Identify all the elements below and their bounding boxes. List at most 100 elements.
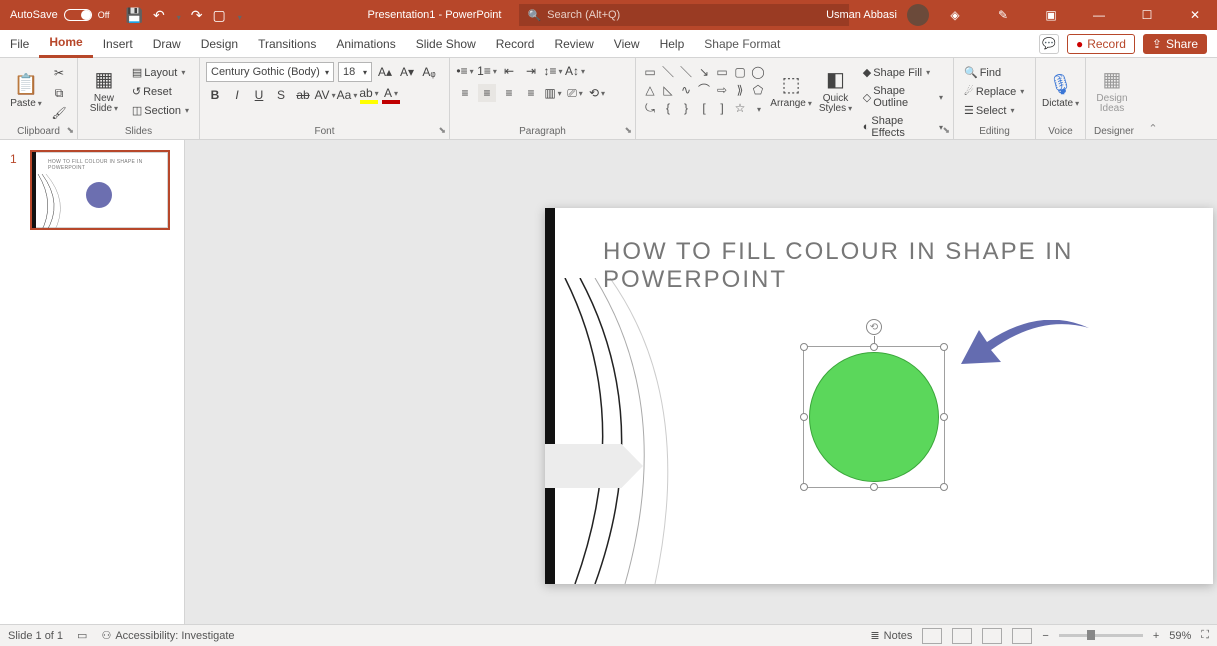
shape-fill-button[interactable]: ◆ Shape Fill: [859, 64, 947, 81]
shape-line-icon[interactable]: ＼: [660, 64, 676, 80]
zoom-slider[interactable]: [1059, 634, 1143, 637]
ribbon-display-icon[interactable]: ▣: [1029, 0, 1073, 30]
replace-button[interactable]: ☄ Replace: [960, 83, 1028, 100]
align-center-button[interactable]: ≡: [478, 84, 496, 102]
normal-view-button[interactable]: [922, 628, 942, 644]
increase-font-button[interactable]: A▴: [376, 63, 394, 81]
slide[interactable]: HOW TO FILL COLOUR IN SHAPE IN POWERPOIN…: [545, 208, 1213, 584]
undo-dropdown[interactable]: [175, 7, 181, 23]
record-button[interactable]: ●Record: [1067, 34, 1135, 54]
clear-format-button[interactable]: Aᵩ: [420, 63, 438, 81]
shape-roundrect-icon[interactable]: ▢: [732, 64, 748, 80]
tab-transitions[interactable]: Transitions: [248, 31, 326, 57]
shape-bracket-r-icon[interactable]: ]: [714, 100, 730, 116]
tab-draw[interactable]: Draw: [143, 31, 191, 57]
change-case-button[interactable]: Aa: [338, 86, 356, 104]
diamond-icon[interactable]: ◈: [933, 0, 977, 30]
share-button[interactable]: ⇪Share: [1143, 34, 1207, 54]
zoom-out-button[interactable]: −: [1042, 630, 1048, 642]
curved-arrow-shape[interactable]: [961, 320, 1089, 378]
shape-arrowr-icon[interactable]: ⇨: [714, 82, 730, 98]
toggle-switch[interactable]: [64, 9, 92, 21]
smartart-button[interactable]: ⟲: [588, 84, 606, 102]
save-icon[interactable]: 💾: [126, 7, 143, 24]
format-painter-button[interactable]: 🖌: [50, 104, 68, 122]
notes-button[interactable]: ≣Notes: [870, 629, 912, 642]
highlight-button[interactable]: ab: [360, 86, 378, 104]
arrange-button[interactable]: ⬚ Arrange: [770, 60, 812, 120]
copy-button[interactable]: ⧉: [50, 84, 68, 102]
handle-r[interactable]: [940, 413, 948, 421]
minimize-button[interactable]: —: [1077, 0, 1121, 30]
text-direction-button[interactable]: A↕: [566, 62, 584, 80]
handle-b[interactable]: [870, 483, 878, 491]
handle-l[interactable]: [800, 413, 808, 421]
reading-view-button[interactable]: [982, 628, 1002, 644]
shadow-button[interactable]: S: [272, 86, 290, 104]
shape-brace-r-icon[interactable]: }: [678, 100, 694, 116]
tab-view[interactable]: View: [604, 31, 650, 57]
strike-button[interactable]: ab: [294, 86, 312, 104]
numbering-button[interactable]: 1≡: [478, 62, 496, 80]
underline-button[interactable]: U: [250, 86, 268, 104]
slide-thumbnail-1[interactable]: HOW TO FILL COLOUR IN SHAPE IN POWERPOIN…: [30, 150, 170, 230]
cut-button[interactable]: ✂: [50, 64, 68, 82]
char-spacing-button[interactable]: AV: [316, 86, 334, 104]
paste-button[interactable]: 📋 Paste: [6, 60, 46, 120]
undo-icon[interactable]: ↶: [153, 7, 165, 24]
shape-arc-icon[interactable]: ⌒: [696, 82, 712, 98]
handle-t[interactable]: [870, 343, 878, 351]
columns-button[interactable]: ▥: [544, 84, 562, 102]
layout-button[interactable]: ▤ Layout: [128, 64, 193, 81]
handle-bl[interactable]: [800, 483, 808, 491]
search-input[interactable]: 🔍 Search (Alt+Q): [519, 4, 849, 26]
increase-indent-button[interactable]: ⇥: [522, 62, 540, 80]
section-button[interactable]: ◫ Section: [128, 102, 193, 119]
tab-slideshow[interactable]: Slide Show: [406, 31, 486, 57]
shape-bracket-l-icon[interactable]: [: [696, 100, 712, 116]
zoom-level[interactable]: 59%: [1169, 630, 1191, 642]
tab-review[interactable]: Review: [544, 31, 603, 57]
shape-line2-icon[interactable]: ＼: [678, 64, 694, 80]
tab-home[interactable]: Home: [39, 29, 92, 58]
quick-styles-button[interactable]: ◧ Quick Styles: [816, 60, 855, 120]
align-left-button[interactable]: ≡: [456, 84, 474, 102]
shape-connector-icon[interactable]: ⤿: [642, 100, 658, 116]
shape-effects-button[interactable]: ◐ Shape Effects: [859, 113, 947, 141]
handle-tl[interactable]: [800, 343, 808, 351]
rotate-handle[interactable]: ⟲: [866, 319, 882, 335]
slide-count[interactable]: Slide 1 of 1: [8, 630, 63, 642]
tab-insert[interactable]: Insert: [93, 31, 143, 57]
drawing-launcher[interactable]: ⬊: [942, 125, 950, 136]
slide-canvas-area[interactable]: HOW TO FILL COLOUR IN SHAPE IN POWERPOIN…: [185, 140, 1217, 624]
shapes-more[interactable]: [750, 100, 766, 116]
font-color-button[interactable]: A: [382, 86, 400, 104]
handle-tr[interactable]: [940, 343, 948, 351]
fit-to-window-button[interactable]: ⛶: [1201, 629, 1209, 642]
shape-curve-icon[interactable]: ∿: [678, 82, 694, 98]
shape-chevron-icon[interactable]: ⟫: [732, 82, 748, 98]
redo-icon[interactable]: ↷: [191, 7, 203, 24]
slide-panel[interactable]: 1 HOW TO FILL COLOUR IN SHAPE IN POWERPO…: [0, 140, 185, 624]
shape-triangle-icon[interactable]: △: [642, 82, 658, 98]
tab-shape-format[interactable]: Shape Format: [694, 31, 790, 57]
tab-animations[interactable]: Animations: [326, 31, 405, 57]
reset-button[interactable]: ↺ Reset: [128, 83, 193, 100]
bullets-button[interactable]: •≡: [456, 62, 474, 80]
font-name-select[interactable]: Century Gothic (Body)▾: [206, 62, 334, 82]
paragraph-launcher[interactable]: ⬊: [624, 125, 632, 136]
qat-customize[interactable]: [236, 7, 242, 23]
shape-outline-button[interactable]: ◇ Shape Outline: [859, 83, 947, 111]
shape-rect-icon[interactable]: ▭: [714, 64, 730, 80]
align-right-button[interactable]: ≡: [500, 84, 518, 102]
shape-arrow-line-icon[interactable]: ↘: [696, 64, 712, 80]
design-ideas-button[interactable]: ▦ Design Ideas: [1092, 60, 1132, 120]
slide-sorter-button[interactable]: [952, 628, 972, 644]
italic-button[interactable]: I: [228, 86, 246, 104]
dictate-button[interactable]: 🎙 Dictate: [1042, 60, 1079, 120]
shape-brace-l-icon[interactable]: {: [660, 100, 676, 116]
font-size-select[interactable]: 18▾: [338, 62, 372, 82]
tab-help[interactable]: Help: [650, 31, 695, 57]
language-icon[interactable]: ▭: [77, 629, 87, 642]
avatar[interactable]: [907, 4, 929, 26]
